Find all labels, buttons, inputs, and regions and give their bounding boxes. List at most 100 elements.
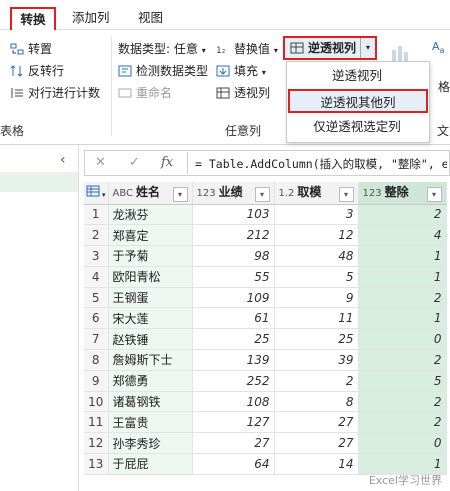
cell-div[interactable]: 2 — [358, 287, 447, 309]
table-row[interactable]: 11 王富贵 127 27 2 — [84, 411, 447, 434]
cell-div[interactable]: 0 — [358, 328, 447, 351]
cell-mod[interactable]: 27 — [274, 432, 359, 455]
cell-mod[interactable]: 2 — [274, 370, 359, 392]
cell-div[interactable]: 2 — [358, 349, 447, 371]
menu-item-unpivot-columns[interactable]: 逆透视列 — [287, 64, 427, 88]
cell-div[interactable]: 0 — [358, 432, 447, 455]
cell-name[interactable]: 赵铁锤 — [108, 328, 193, 351]
table-row[interactable]: 9 郑德勇 252 2 5 — [84, 370, 447, 392]
cell-mod[interactable]: 9 — [274, 287, 359, 309]
cell-name[interactable]: 宋大莲 — [108, 307, 193, 330]
cell-div[interactable]: 1 — [358, 266, 447, 288]
rename-button[interactable]: 重命名 — [118, 84, 172, 102]
cell-name[interactable]: 王钢蛋 — [108, 287, 193, 309]
column-header-div[interactable]: 123 整除 ▾ — [358, 182, 447, 205]
fx-icon[interactable]: fx — [161, 155, 173, 170]
cell-name[interactable]: 龙湫芬 — [108, 204, 193, 226]
filter-dropdown-icon[interactable]: ▾ — [426, 187, 442, 203]
cell-name[interactable]: 郑德勇 — [108, 370, 193, 392]
cell-sales[interactable]: 139 — [192, 349, 275, 371]
cell-sales[interactable]: 98 — [192, 245, 275, 267]
format-icon[interactable]: Aa — [432, 40, 450, 60]
count-rows-button[interactable]: 对行进行计数 — [10, 84, 100, 102]
cell-name[interactable]: 詹姆斯下士 — [108, 349, 193, 371]
cell-sales[interactable]: 103 — [192, 204, 275, 226]
detect-type-button[interactable]: 检测数据类型 — [118, 62, 208, 80]
cell-mod[interactable]: 8 — [274, 391, 359, 413]
cell-mod[interactable]: 48 — [274, 245, 359, 267]
table-row[interactable]: 4 欧阳青松 55 5 1 — [84, 266, 447, 288]
cell-mod[interactable]: 39 — [274, 349, 359, 371]
cell-mod[interactable]: 3 — [274, 204, 359, 226]
menu-item-unpivot-selected-only[interactable]: 仅逆透视选定列 — [287, 115, 427, 139]
cell-mod[interactable]: 14 — [274, 453, 359, 475]
cell-div[interactable]: 1 — [358, 245, 447, 267]
cell-div[interactable]: 2 — [358, 391, 447, 413]
filter-dropdown-icon[interactable]: ▾ — [338, 187, 354, 203]
cell-div[interactable]: 2 — [358, 204, 447, 226]
table-row[interactable]: 12 孙李秀珍 27 27 0 — [84, 432, 447, 455]
cell-sales[interactable]: 252 — [192, 370, 275, 392]
cell-div[interactable]: 1 — [358, 307, 447, 330]
type-integer-icon[interactable]: 123 — [197, 188, 216, 199]
filter-dropdown-icon[interactable]: ▾ — [254, 187, 270, 203]
cell-div[interactable]: 2 — [358, 411, 447, 434]
table-row[interactable]: 7 赵铁锤 25 25 0 — [84, 328, 447, 351]
cell-name[interactable]: 诸葛钢铁 — [108, 391, 193, 413]
reverse-rows-button[interactable]: 反转行 — [10, 62, 64, 80]
table-row[interactable]: 1 龙湫芬 103 3 2 — [84, 204, 447, 226]
cell-sales[interactable]: 127 — [192, 411, 275, 434]
column-header-name[interactable]: ABC 姓名 ▾ — [108, 182, 193, 205]
table-row[interactable]: 6 宋大莲 61 11 1 — [84, 307, 447, 330]
cell-div[interactable]: 4 — [358, 224, 447, 247]
cell-sales[interactable]: 27 — [192, 432, 275, 455]
cell-name[interactable]: 孙李秀珍 — [108, 432, 193, 455]
cell-sales[interactable]: 212 — [192, 224, 275, 247]
fill-button[interactable]: 填充 ▾ — [216, 62, 266, 80]
data-grid: ▾ ABC 姓名 ▾ 123 业绩 ▾ 1.2 取模 ▾ 123 整除 ▾ 1 龙湫芬 103 3 2 2… — [84, 182, 447, 475]
filter-dropdown-icon[interactable]: ▾ — [172, 187, 188, 203]
type-integer-icon[interactable]: 123 — [363, 188, 382, 199]
cell-sales[interactable]: 108 — [192, 391, 275, 413]
cell-sales[interactable]: 25 — [192, 328, 275, 351]
cell-mod[interactable]: 27 — [274, 411, 359, 434]
table-row[interactable]: 8 詹姆斯下士 139 39 2 — [84, 349, 447, 371]
table-row[interactable]: 10 诸葛钢铁 108 8 2 — [84, 391, 447, 413]
cell-div[interactable]: 5 — [358, 370, 447, 392]
cell-mod[interactable]: 11 — [274, 307, 359, 330]
cell-mod[interactable]: 5 — [274, 266, 359, 288]
column-header-sales[interactable]: 123 业绩 ▾ — [192, 182, 275, 205]
table-row[interactable]: 2 郑喜定 212 12 4 — [84, 224, 447, 247]
replace-values-button[interactable]: 1₂ 替换值 ▾ — [216, 40, 278, 58]
cell-name[interactable]: 王富贵 — [108, 411, 193, 434]
cell-name[interactable]: 欧阳青松 — [108, 266, 193, 288]
tab-view[interactable]: 视图 — [138, 8, 163, 28]
data-type-dropdown[interactable]: 数据类型: 任意 ▾ — [118, 40, 206, 58]
transpose-button[interactable]: 转置 — [10, 40, 52, 58]
unpivot-columns-button[interactable]: 逆透视列 ▾ — [283, 36, 377, 60]
chevron-down-icon[interactable]: ▾ — [360, 38, 375, 58]
collapse-pane-icon[interactable]: ‹ — [60, 152, 66, 168]
cell-name[interactable]: 于予菊 — [108, 245, 193, 267]
type-text-icon[interactable]: ABC — [113, 188, 134, 199]
pivot-column-button[interactable]: 透视列 — [216, 84, 270, 102]
menu-item-unpivot-other-columns[interactable]: 逆透视其他列 — [288, 89, 428, 113]
cancel-icon[interactable]: ✕ — [95, 155, 106, 170]
tab-add-column[interactable]: 添加列 — [72, 8, 110, 28]
cell-mod[interactable]: 12 — [274, 224, 359, 247]
column-header-mod[interactable]: 1.2 取模 ▾ — [274, 182, 359, 205]
cell-name[interactable]: 于屁屁 — [108, 453, 193, 475]
cell-mod[interactable]: 25 — [274, 328, 359, 351]
type-decimal-icon[interactable]: 1.2 — [279, 188, 295, 199]
cell-sales[interactable]: 61 — [192, 307, 275, 330]
cell-name[interactable]: 郑喜定 — [108, 224, 193, 247]
formula-text[interactable]: = Table.AddColumn(插入的取模, "整除", e — [195, 156, 447, 172]
cell-sales[interactable]: 109 — [192, 287, 275, 309]
query-list-item-selected[interactable] — [0, 172, 78, 192]
cell-sales[interactable]: 55 — [192, 266, 275, 288]
table-row[interactable]: 3 于予菊 98 48 1 — [84, 245, 447, 267]
confirm-icon[interactable]: ✓ — [129, 155, 140, 170]
cell-sales[interactable]: 64 — [192, 453, 275, 475]
table-row[interactable]: 5 王钢蛋 109 9 2 — [84, 287, 447, 309]
table-menu-icon[interactable]: ▾ — [84, 182, 109, 205]
